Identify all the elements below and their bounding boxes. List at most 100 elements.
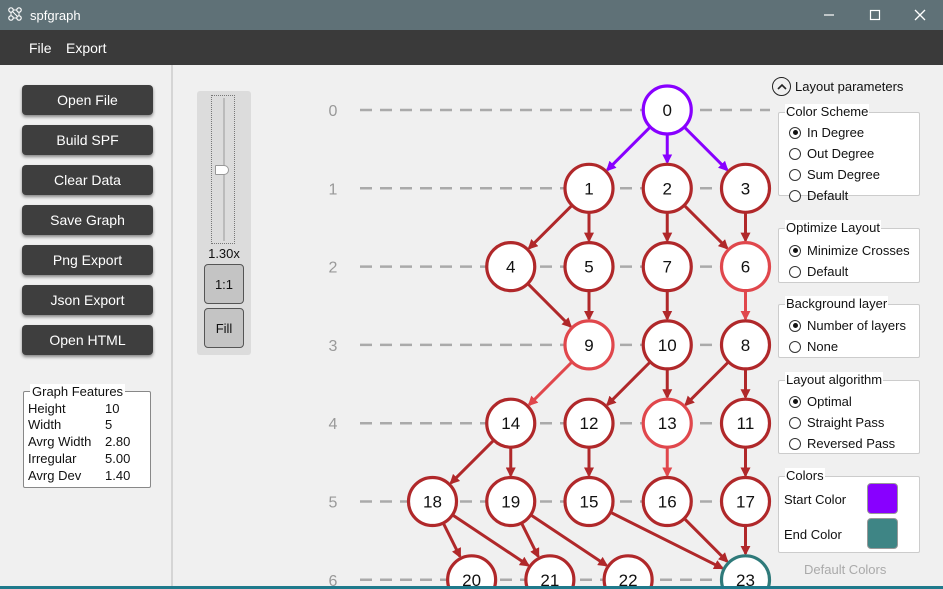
png-export-button[interactable]: Png Export	[22, 245, 153, 275]
graph-node[interactable]: 12	[563, 397, 615, 449]
graph-node[interactable]: 7	[641, 241, 693, 293]
graph-node[interactable]: 9	[563, 319, 615, 371]
build-spf-button[interactable]: Build SPF	[22, 125, 153, 155]
graph-node[interactable]: 19	[485, 475, 537, 528]
graph-node[interactable]: 10	[641, 319, 693, 371]
graph-node[interactable]: 3	[719, 162, 772, 214]
radio-reversed-pass[interactable]: Reversed Pass	[789, 436, 895, 451]
graph-edge	[605, 125, 652, 172]
graph-edge	[449, 439, 495, 485]
feature-row: Width 5	[28, 417, 112, 432]
radio-label: Minimize Crosses	[807, 243, 910, 258]
graph-node[interactable]: 4	[485, 241, 537, 293]
title-bar: spfgraph	[0, 0, 943, 30]
graph-node[interactable]: 6	[719, 241, 772, 293]
radio-default-color-scheme[interactable]: Default	[789, 188, 848, 203]
graph-features-box: Graph Features Height 10 Width 5 Avrg Widt…	[23, 384, 151, 488]
group-title: Color Scheme	[785, 104, 870, 119]
radio-straight-pass[interactable]: Straight Pass	[789, 415, 884, 430]
graph-node[interactable]: 2	[641, 162, 693, 214]
graph-node[interactable]: 14	[485, 397, 537, 449]
graph-node[interactable]: 17	[719, 475, 772, 528]
radio-default-optimize[interactable]: Default	[789, 264, 848, 279]
radio-in-degree[interactable]: In Degree	[789, 125, 864, 140]
graph-node[interactable]: 22	[602, 554, 654, 589]
graph-edge	[683, 125, 729, 172]
feature-value: 5.00	[105, 451, 131, 466]
feature-key: Irregular	[28, 451, 77, 466]
radio-dot	[789, 437, 801, 450]
layout-parameters-panel: Layout parameters Color Scheme In Degree…	[770, 65, 943, 589]
graph-node[interactable]: 11	[719, 397, 772, 449]
radio-minimize-crosses[interactable]: Minimize Crosses	[789, 243, 910, 258]
graph-node[interactable]: 5	[563, 241, 615, 293]
feature-key: Avrg Dev	[28, 468, 82, 483]
graph-node-label: 8	[741, 336, 750, 355]
feature-row: Avrg Dev 1.40	[28, 468, 130, 483]
radio-dot	[789, 147, 801, 160]
graph-node[interactable]: 0	[641, 84, 693, 136]
radio-out-degree[interactable]: Out Degree	[789, 146, 874, 161]
radio-label: None	[807, 339, 839, 354]
layer-label: 4	[329, 416, 338, 433]
graph-node[interactable]: 21	[524, 554, 576, 589]
radio-label: Reversed Pass	[807, 436, 896, 451]
graph-node-label: 2	[663, 179, 672, 198]
feature-value: 5	[105, 417, 113, 432]
layer-label: 2	[329, 260, 338, 277]
feature-key: Height	[28, 401, 66, 416]
radio-none[interactable]: None	[789, 339, 838, 354]
graph-node[interactable]: 13	[641, 397, 693, 449]
menu-export[interactable]: Export	[66, 40, 106, 56]
radio-number-of-layers[interactable]: Number of layers	[789, 318, 906, 333]
layer-label: 1	[329, 181, 338, 198]
save-graph-button[interactable]: Save Graph	[22, 205, 153, 235]
layer-label: 0	[329, 103, 338, 120]
graph-edge	[441, 522, 462, 559]
layout-parameters-toggle[interactable]: Layout parameters	[772, 77, 903, 96]
radio-optimal[interactable]: Optimal	[789, 394, 852, 409]
graph-node[interactable]: 16	[641, 475, 693, 528]
graph-node[interactable]: 15	[563, 475, 615, 528]
graph-node-label: 11	[737, 414, 755, 433]
open-html-button[interactable]: Open HTML	[22, 325, 153, 355]
radio-label: Out Degree	[807, 146, 875, 161]
radio-dot	[789, 168, 801, 181]
open-file-button[interactable]: Open File	[22, 85, 153, 115]
graph-edge	[526, 282, 573, 328]
radio-dot	[789, 265, 801, 278]
menu-file[interactable]: File	[29, 40, 52, 56]
graph-edge	[527, 204, 574, 250]
clear-data-button[interactable]: Clear Data	[22, 165, 153, 195]
graph-node[interactable]: 20	[446, 554, 498, 589]
graph-node[interactable]: 1	[563, 162, 615, 214]
graph-node[interactable]: 8	[719, 319, 772, 371]
group-title: Optimize Layout	[785, 220, 881, 235]
json-export-button[interactable]: Json Export	[22, 285, 153, 315]
menu-bar: File Export	[0, 30, 943, 65]
colors-group: Colors Start Color End Color	[778, 468, 920, 553]
radio-sum-degree[interactable]: Sum Degree	[789, 167, 880, 182]
graph-node-label: 19	[501, 493, 520, 512]
graph-edge	[520, 522, 540, 559]
graph-node[interactable]: 23	[719, 554, 772, 589]
end-color-swatch[interactable]	[867, 518, 898, 549]
graph-node[interactable]: 18	[406, 475, 459, 528]
start-color-label: Start Color	[784, 492, 847, 507]
radio-label: Straight Pass	[807, 415, 885, 430]
window-title: spfgraph	[30, 8, 81, 23]
layer-label: 5	[329, 495, 338, 512]
end-color-label: End Color	[784, 527, 842, 542]
minimize-icon[interactable]	[806, 0, 852, 30]
graph-node-label: 13	[658, 414, 677, 433]
radio-dot	[789, 340, 801, 353]
layout-algorithm-group: Layout algorithm Optimal Straight Pass R…	[778, 372, 920, 454]
default-colors-button[interactable]: Default Colors	[804, 562, 886, 577]
maximize-icon[interactable]	[852, 0, 898, 30]
graph-node-label: 9	[584, 336, 593, 355]
graph-features-title: Graph Features	[30, 384, 126, 399]
feature-row: Avrg Width 2.80	[28, 434, 130, 449]
close-icon[interactable]	[897, 0, 943, 30]
start-color-swatch[interactable]	[867, 483, 898, 514]
group-title: Colors	[785, 468, 825, 483]
